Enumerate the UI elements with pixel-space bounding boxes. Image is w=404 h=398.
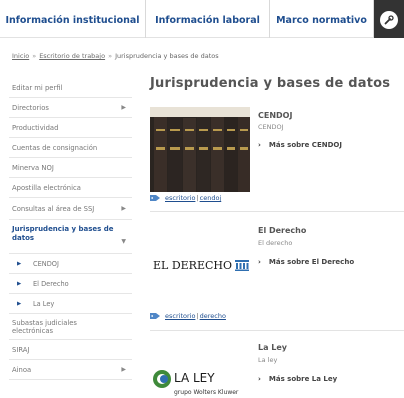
tab-marco-normativo[interactable]: Marco normativo [270,0,374,38]
chevron-right-icon: › [258,141,261,149]
entry-subtitle-el-derecho: El derecho [258,239,293,247]
sidebar-item-label: Consultas al área de SSJ [12,204,95,213]
el-derecho-logo-text: EL DERECHO [153,259,233,272]
cendoj-books-image [150,107,250,192]
sidebar-item-label: El Derecho [33,279,69,288]
sidebar-item-ainoa[interactable]: Ainoa ▶ [9,360,132,380]
chevron-right-icon: ▶ [121,104,126,111]
breadcrumb: Inicio» Escritorio de trabajo» Jurispruden… [12,52,219,60]
sidebar-item-jurisprudencia[interactable]: Jurisprudencia y bases de datos ▼ [9,220,132,254]
tag-link-escritorio[interactable]: escritorio [165,194,195,202]
entry-subtitle-la-ley: La ley [258,356,278,364]
breadcrumb-separator: » [108,52,113,60]
tags-cendoj: escritorio | cendoj [150,194,221,202]
top-navigation: Información institucional Información la… [0,0,404,38]
sidebar: Editar mi perfil Directorios ▶ Productivi… [9,78,132,380]
sidebar-item-label: Jurisprudencia y bases de datos [12,225,114,242]
columns-icon [235,260,250,271]
sidebar-item-productividad[interactable]: Productividad [9,118,132,138]
entry-title-la-ley: La Ley [258,343,288,352]
entry-subtitle-cendoj: CENDOJ [258,123,284,131]
entry-title-cendoj: CENDOJ [258,111,293,120]
tab-informacion-laboral[interactable]: Información laboral [146,0,270,38]
more-el-derecho-label: Más sobre El Derecho [268,258,355,266]
sidebar-item-label: Subastas judiciales electrónicas [12,318,77,335]
breadcrumb-separator: » [32,52,37,60]
breadcrumb-inicio[interactable]: Inicio [12,52,29,60]
sidebar-item-label: Ainoa [12,365,32,374]
tools-button[interactable] [374,0,404,38]
entry-divider [150,330,404,331]
tag-link-escritorio[interactable]: escritorio [165,312,195,320]
sidebar-item-directorios[interactable]: Directorios ▶ [9,98,132,118]
more-el-derecho-link[interactable]: › Más sobre El Derecho [258,258,354,266]
tag-link-cendoj[interactable]: cendoj [200,194,222,202]
sidebar-item-minerva[interactable]: Minerva NOJ [9,158,132,178]
sidebar-item-label: Editar mi perfil [12,83,63,92]
sidebar-subitem-la-ley[interactable]: ▶ La Ley [9,294,132,314]
sidebar-item-label: SIRAJ [12,345,30,354]
sidebar-item-label: Cuentas de consignación [12,143,98,152]
sidebar-item-editar-perfil[interactable]: Editar mi perfil [9,78,132,98]
la-ley-emblem-icon [153,370,171,388]
tag-icon [150,313,160,319]
sidebar-item-cuentas[interactable]: Cuentas de consignación [9,138,132,158]
wrench-icon [380,11,398,29]
breadcrumb-escritorio[interactable]: Escritorio de trabajo [39,52,105,60]
sidebar-subitem-cendoj[interactable]: ▶ CENDOJ [9,254,132,274]
la-ley-logo-text: LA LEY [174,371,215,385]
la-ley-logo-subtext: grupo Wolters Kluwer [174,389,239,396]
sidebar-item-label: La Ley [33,299,55,308]
sidebar-item-siraj[interactable]: SIRAJ [9,340,132,360]
tag-link-derecho[interactable]: derecho [200,312,226,320]
sidebar-item-label: CENDOJ [33,259,59,268]
more-la-ley-link[interactable]: › Más sobre La Ley [258,375,337,383]
page-title: Jurisprudencia y bases de datos [150,76,391,91]
sidebar-item-label: Productividad [12,123,59,132]
more-cendoj-link[interactable]: › Más sobre CENDOJ [258,141,342,149]
sidebar-item-label: Directorios [12,103,49,112]
breadcrumb-current: Jurisprudencia y bases de datos [115,52,219,60]
la-ley-logo: LA LEY grupo Wolters Kluwer [152,368,252,398]
tags-el-derecho: escritorio | derecho [150,312,226,320]
tab-informacion-institucional[interactable]: Información institucional [0,0,146,38]
bullet-icon: ▶ [17,280,22,287]
el-derecho-logo: EL DERECHO [153,259,250,272]
bullet-icon: ▶ [17,260,22,267]
sidebar-item-apostilla[interactable]: Apostilla electrónica [9,178,132,198]
sidebar-subitem-el-derecho[interactable]: ▶ El Derecho [9,274,132,294]
sidebar-item-label: Apostilla electrónica [12,183,81,192]
chevron-right-icon: ▶ [121,366,126,373]
entry-title-el-derecho: El Derecho [258,226,307,235]
chevron-down-icon: ▼ [121,238,126,245]
tag-icon [150,195,160,201]
sidebar-item-label: Minerva NOJ [12,163,54,172]
chevron-right-icon: ▶ [121,205,126,212]
chevron-right-icon: › [258,258,261,266]
more-la-ley-label: Más sobre La Ley [268,375,338,383]
entry-divider [150,211,404,212]
bullet-icon: ▶ [17,300,22,307]
more-cendoj-label: Más sobre CENDOJ [268,141,342,149]
sidebar-item-subastas[interactable]: Subastas judiciales electrónicas [9,314,132,340]
sidebar-item-consultas-ssj[interactable]: Consultas al área de SSJ ▶ [9,198,132,220]
chevron-right-icon: › [258,375,261,383]
